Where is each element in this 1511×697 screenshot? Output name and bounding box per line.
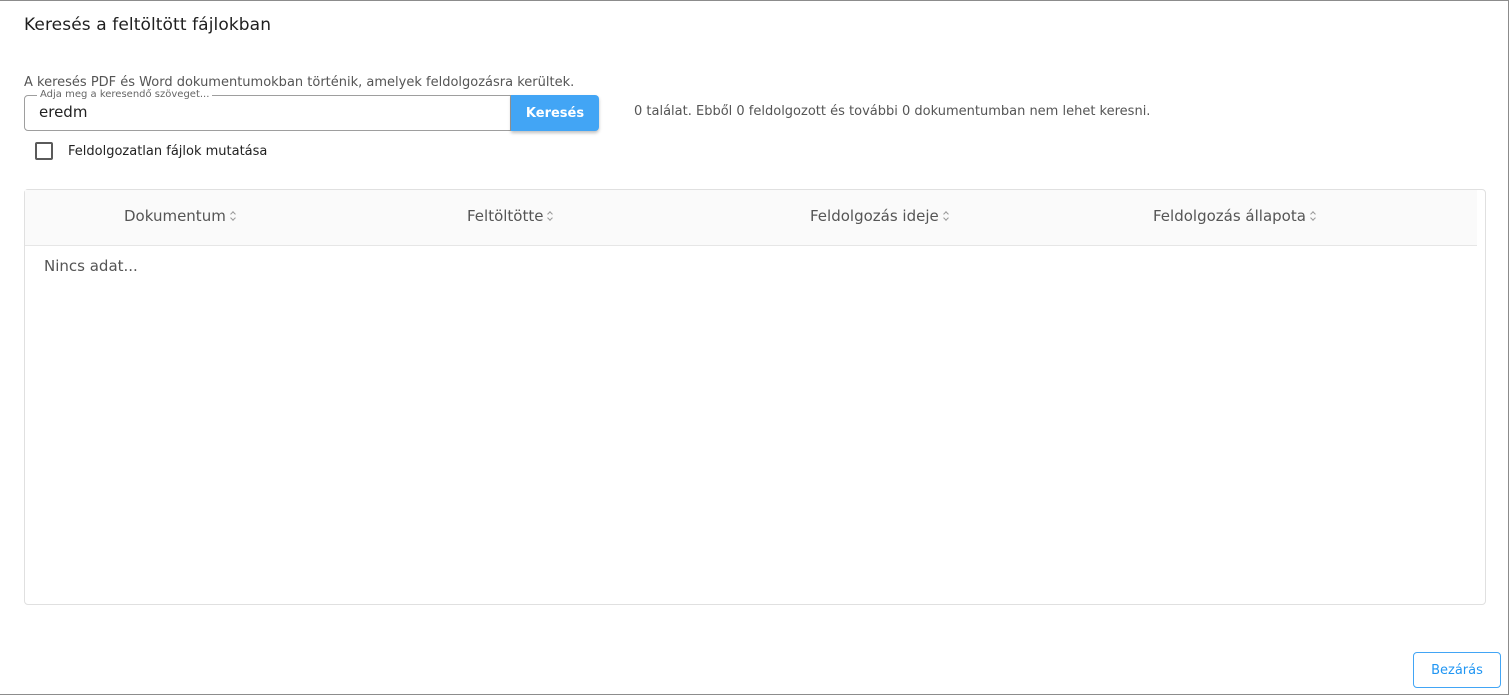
close-button[interactable]: Bezárás xyxy=(1413,652,1501,688)
sort-icon xyxy=(230,210,237,222)
column-header-label: Dokumentum xyxy=(124,207,226,225)
table-header: Dokumentum Feltöltötte Feldolgozás ideje… xyxy=(25,190,1477,246)
column-header-label: Feldolgozás állapota xyxy=(1153,207,1306,225)
column-header-document[interactable]: Dokumentum xyxy=(124,207,237,225)
column-header-label: Feltöltötte xyxy=(467,207,544,225)
column-header-uploader[interactable]: Feltöltötte xyxy=(467,207,554,225)
show-unprocessed-row[interactable]: Feldolgozatlan fájlok mutatása xyxy=(35,142,267,160)
results-table: Dokumentum Feltöltötte Feldolgozás ideje… xyxy=(24,189,1486,605)
column-header-processing-status[interactable]: Feldolgozás állapota xyxy=(1153,207,1317,225)
table-empty-message: Nincs adat... xyxy=(44,257,138,275)
sort-icon xyxy=(1310,210,1317,222)
show-unprocessed-checkbox[interactable] xyxy=(35,142,53,160)
show-unprocessed-label[interactable]: Feldolgozatlan fájlok mutatása xyxy=(68,144,267,159)
search-field[interactable]: Adja meg a keresendő szöveget... xyxy=(24,89,511,131)
search-field-label: Adja meg a keresendő szöveget... xyxy=(37,89,213,101)
dialog-description: A keresés PDF és Word dokumentumokban tö… xyxy=(24,75,575,90)
search-button[interactable]: Keresés xyxy=(511,95,599,131)
sort-icon xyxy=(547,210,554,222)
search-result-summary: 0 találat. Ebből 0 feldolgozott és továb… xyxy=(634,104,1151,119)
sort-icon xyxy=(943,210,950,222)
search-dialog: Keresés a feltöltött fájlokban A keresés… xyxy=(0,0,1509,695)
column-header-processing-time[interactable]: Feldolgozás ideje xyxy=(810,207,950,225)
column-header-label: Feldolgozás ideje xyxy=(810,207,939,225)
search-input[interactable] xyxy=(39,103,479,121)
dialog-title: Keresés a feltöltött fájlokban xyxy=(24,15,272,35)
